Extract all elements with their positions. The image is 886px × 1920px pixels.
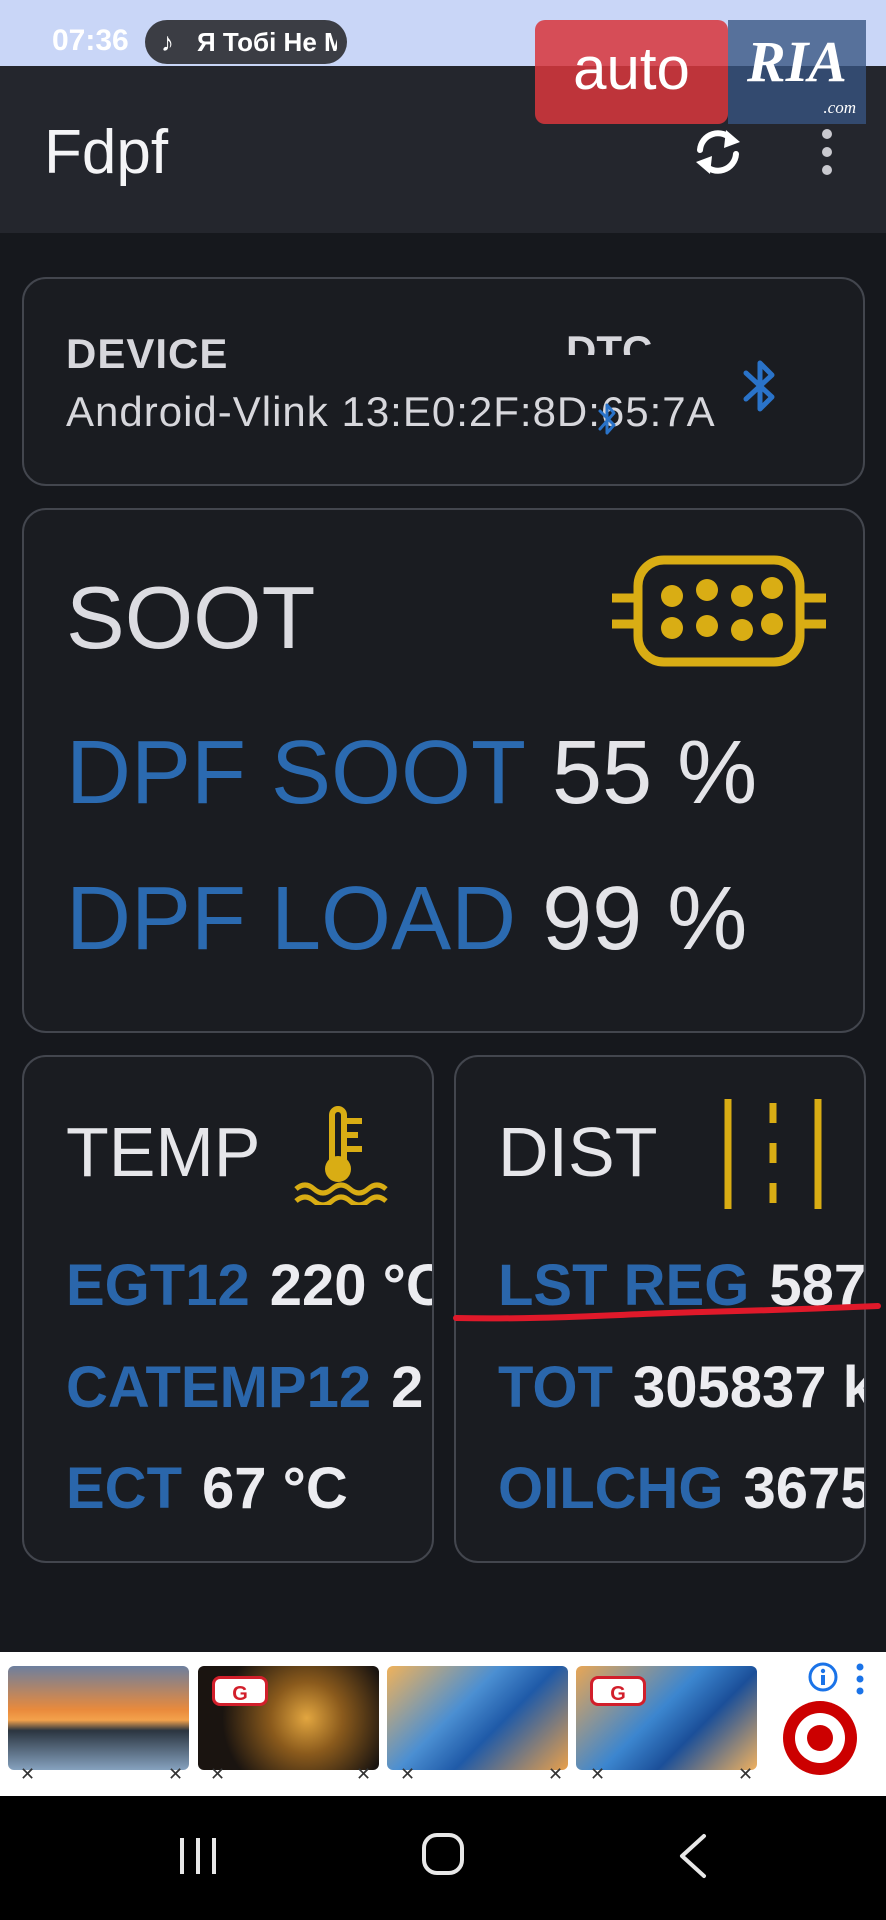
- ect-value: 67 °C: [202, 1456, 348, 1521]
- soot-title: SOOT: [66, 568, 316, 667]
- ad-product-image[interactable]: [8, 1666, 189, 1770]
- catemp12-row: CATEMP12 2: [66, 1354, 423, 1421]
- app-title: Fdpf: [44, 118, 169, 187]
- dpf-soot-row: DPF SOOT 55 %: [66, 722, 757, 825]
- sync-icon[interactable]: [688, 122, 748, 182]
- device-card[interactable]: DEVICE DTC Android-Vlink 13:E0:2F:8D:65:…: [22, 277, 865, 486]
- info-icon[interactable]: [808, 1662, 838, 1692]
- coolant-temperature-icon: [294, 1106, 388, 1205]
- bluetooth-icon: [743, 360, 775, 412]
- road-lanes-icon: [724, 1099, 822, 1209]
- close-icon: ✕: [738, 1764, 754, 1784]
- dpf-soot-value: 55 %: [552, 723, 758, 823]
- recents-icon[interactable]: [176, 1834, 220, 1878]
- media-title: Я Тобі Не М: [197, 27, 337, 57]
- dtc-label: DTC: [566, 327, 653, 355]
- device-label: DEVICE: [66, 330, 229, 377]
- ect-label: ECT: [66, 1456, 182, 1521]
- close-icon: ✕: [400, 1764, 416, 1784]
- close-icon: ✕: [590, 1764, 606, 1784]
- egt12-row: EGT12 220 °C: [66, 1252, 434, 1319]
- home-icon[interactable]: [421, 1832, 465, 1876]
- close-icon: ✕: [356, 1764, 372, 1784]
- ect-row: ECT 67 °C: [66, 1455, 348, 1522]
- dpf-load-row: DPF LOAD 99 %: [66, 868, 747, 971]
- oilchg-label: OILCHG: [498, 1456, 724, 1521]
- temp-card: TEMP EGT12 220 °C CATEMP12 2 ECT 67 °C: [22, 1055, 434, 1563]
- device-address: Android-Vlink 13:E0:2F:8D:65:7A: [66, 388, 716, 435]
- red-annotation-underline: [453, 1303, 881, 1322]
- watermark-ria-logo: RIA .com: [728, 20, 866, 124]
- watermark-ria-text: RIA: [747, 29, 847, 94]
- target-logo[interactable]: [782, 1700, 858, 1776]
- ad-product-image[interactable]: G: [576, 1666, 757, 1770]
- close-icon: ✕: [168, 1764, 184, 1784]
- egt12-label: EGT12: [66, 1253, 250, 1318]
- tot-row: TOT 305837 k: [498, 1354, 866, 1421]
- bluetooth-icon: [598, 403, 616, 435]
- oilchg-value: 3675: [743, 1456, 866, 1521]
- tot-label: TOT: [498, 1355, 613, 1420]
- ad-product-image[interactable]: G: [198, 1666, 379, 1770]
- catemp12-label: CATEMP12: [66, 1355, 372, 1420]
- status-time: 07:36: [52, 24, 129, 57]
- close-icon: ✕: [210, 1764, 226, 1784]
- dpf-soot-label: DPF SOOT: [66, 723, 527, 823]
- ad-product-image[interactable]: [387, 1666, 568, 1770]
- g-badge: G: [590, 1676, 646, 1706]
- watermark-auto: auto: [535, 20, 728, 124]
- temp-title: TEMP: [66, 1113, 261, 1191]
- system-nav-bar: [0, 1796, 886, 1920]
- close-icon: ✕: [20, 1764, 36, 1784]
- ad-banner[interactable]: G G ✕ ✕ ✕ ✕ ✕ ✕ ✕ ✕: [0, 1652, 886, 1796]
- back-icon[interactable]: [676, 1832, 710, 1880]
- dist-title: DIST: [498, 1113, 658, 1191]
- music-note-icon: ♪: [161, 27, 174, 57]
- dpf-load-value: 99 %: [542, 869, 748, 969]
- dpf-load-label: DPF LOAD: [66, 869, 517, 969]
- watermark-ria-domain: .com: [823, 98, 856, 117]
- egt12-value: 220 °C: [269, 1253, 434, 1318]
- catemp12-value: 2: [391, 1355, 424, 1420]
- more-vert-icon[interactable]: [854, 1662, 866, 1696]
- close-icon: ✕: [548, 1764, 564, 1784]
- oilchg-row: OILCHG 3675: [498, 1455, 866, 1522]
- g-badge: G: [212, 1676, 268, 1706]
- more-vert-icon[interactable]: [812, 124, 842, 184]
- dpf-filter-icon: [612, 555, 826, 667]
- soot-card: SOOT DPF SOOT 55 % DPF LOAD 99 %: [22, 508, 865, 1033]
- media-notification-pill[interactable]: ♪ Я Тобі Не М: [145, 20, 347, 64]
- tot-value: 305837 k: [632, 1355, 866, 1420]
